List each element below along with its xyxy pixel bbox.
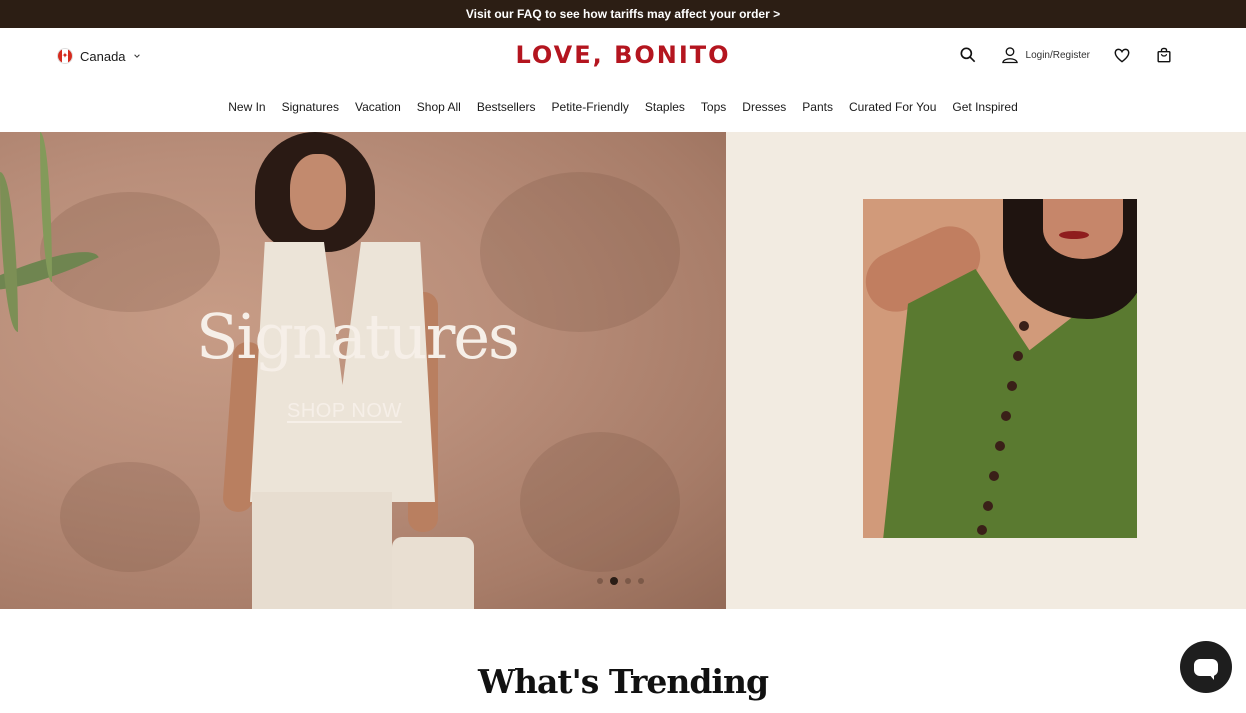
nav-bestsellers[interactable]: Bestsellers	[477, 100, 536, 114]
nav-tops[interactable]: Tops	[701, 100, 726, 114]
carousel-dots	[597, 577, 644, 585]
section-title: What's Trending	[477, 662, 769, 701]
shopping-bag-icon	[1157, 47, 1171, 63]
nav-staples[interactable]: Staples	[645, 100, 685, 114]
nav-signatures[interactable]: Signatures	[282, 100, 339, 114]
nav-new-in[interactable]: New In	[228, 100, 265, 114]
hero-title: Signatures	[196, 300, 520, 373]
nav-dresses[interactable]: Dresses	[742, 100, 786, 114]
hero-secondary-panel	[726, 132, 1246, 609]
nav-shop-all[interactable]: Shop All	[417, 100, 461, 114]
login-register-button[interactable]: Login/Register	[1000, 45, 1090, 65]
login-label: Login/Register	[1025, 49, 1090, 61]
site-header: ✦ Canada LOVE, BONITO Login/Register New…	[0, 28, 1246, 132]
hero-image-signatures[interactable]: Signatures SHOP NOW	[0, 132, 726, 609]
header-tools: Login/Register	[958, 45, 1174, 65]
announcement-text[interactable]: Visit our FAQ to see how tariffs may aff…	[466, 7, 780, 21]
nav-get-inspired[interactable]: Get Inspired	[952, 100, 1017, 114]
announcement-bar[interactable]: Visit our FAQ to see how tariffs may aff…	[0, 0, 1246, 28]
wishlist-button[interactable]	[1112, 45, 1132, 65]
nav-curated-for-you[interactable]: Curated For You	[849, 100, 936, 114]
shop-now-link[interactable]: SHOP NOW	[287, 400, 402, 423]
carousel-dot-3[interactable]	[625, 578, 631, 584]
nav-petite-friendly[interactable]: Petite-Friendly	[552, 100, 629, 114]
heart-icon	[1114, 48, 1130, 63]
carousel-dot-1[interactable]	[597, 578, 603, 584]
chat-icon	[1194, 658, 1218, 680]
hero-banner[interactable]: Signatures SHOP NOW	[0, 132, 1246, 609]
cart-button[interactable]	[1154, 45, 1174, 65]
search-button[interactable]	[958, 45, 978, 65]
user-icon	[1001, 47, 1018, 64]
product-photo-green-dress[interactable]	[863, 199, 1137, 538]
nav-vacation[interactable]: Vacation	[355, 100, 401, 114]
chat-button[interactable]	[1180, 641, 1232, 693]
nav-pants[interactable]: Pants	[802, 100, 833, 114]
carousel-dot-4[interactable]	[638, 578, 644, 584]
carousel-dot-2[interactable]	[610, 577, 618, 585]
main-nav: New In Signatures Vacation Shop All Best…	[0, 100, 1246, 114]
search-icon	[960, 47, 975, 63]
